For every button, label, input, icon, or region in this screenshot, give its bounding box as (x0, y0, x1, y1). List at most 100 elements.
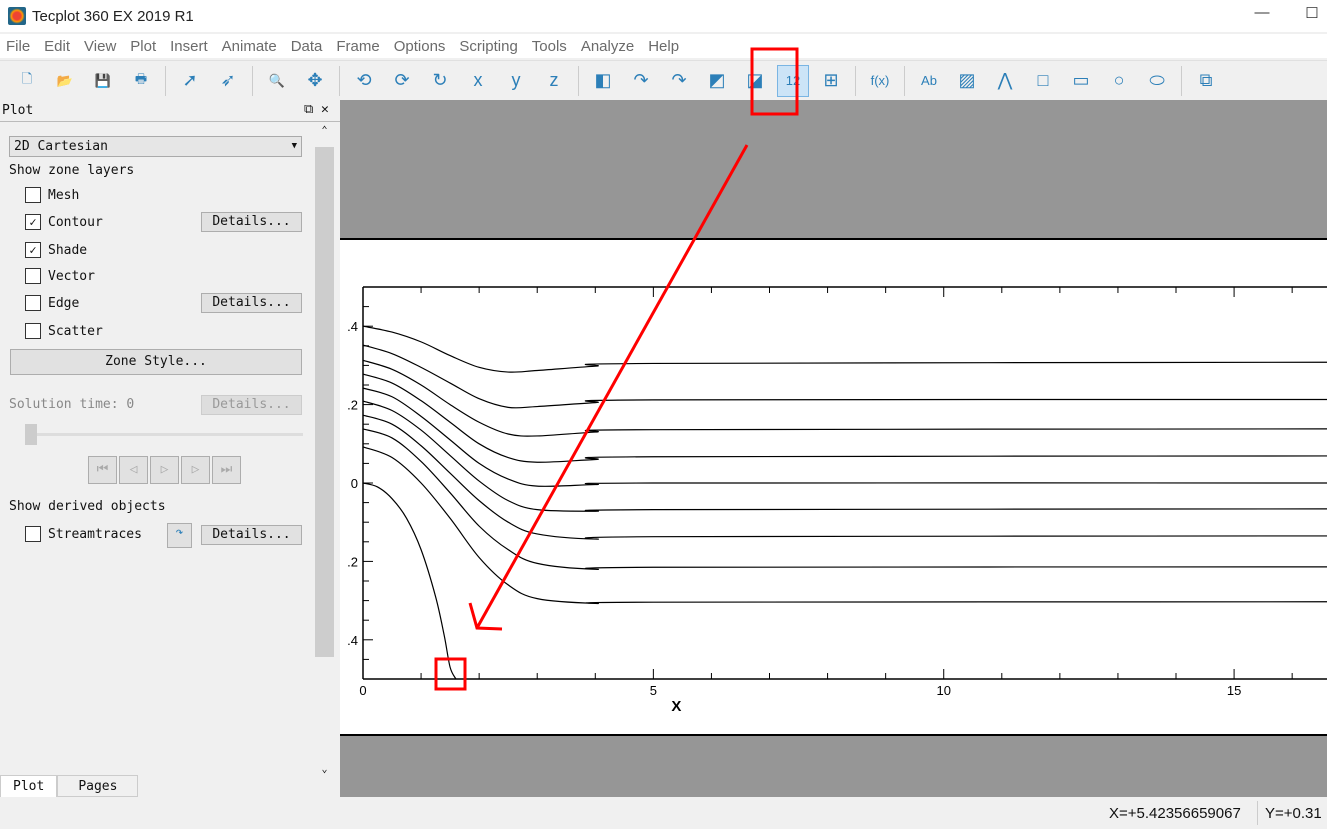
minimize-button[interactable]: — (1247, 4, 1277, 26)
scatter-checkbox[interactable] (25, 323, 41, 339)
slice-icon[interactable]: ◧ (587, 65, 619, 97)
layer-contour-toggle[interactable]: ✓ Contour (25, 214, 103, 230)
streamline-4 (362, 373, 1327, 463)
time-slider-handle[interactable] (25, 424, 37, 445)
contour-remove-icon[interactable]: ◪ (739, 65, 771, 97)
rotate-y-icon[interactable]: y (500, 65, 532, 97)
print-icon[interactable]: 🖶 (125, 65, 157, 97)
last-frame-button[interactable]: ⏭ (212, 456, 241, 484)
toolbar: 🗋 📂 💾 🖶 ➚ ➶ 🔍 ✥ ⟲ ⟳ ↻ x y z ◧ ↷ ↷ ◩ ◪ 12 ⊞ f(x) Ab ▨ ⋀ □ ▭ ○ ⬭ ⧉ (0, 60, 1327, 100)
play-button[interactable]: ▷ (150, 456, 179, 484)
streamline-chart: 0 5 10 15 .4 .2 0 .2 .4 X (347, 286, 1327, 715)
streamline-2 (362, 344, 1327, 409)
scroll-down-icon[interactable]: ⌄ (315, 764, 334, 775)
streamtraces-details-button[interactable]: Details... (201, 525, 302, 545)
contour-details-button[interactable]: Details... (201, 212, 302, 232)
layer-mesh-toggle[interactable]: Mesh (25, 187, 79, 203)
scroll-up-icon[interactable]: ⌃ (315, 125, 334, 136)
new-file-icon[interactable]: 🗋 (11, 65, 43, 97)
menu-analyze[interactable]: Analyze (581, 38, 634, 55)
toolbar-separator (252, 65, 253, 96)
toolbar-separator (165, 65, 166, 96)
streamtrace-remove-icon[interactable]: ↷ (663, 65, 695, 97)
rotate-twist-icon[interactable]: ↻ (424, 65, 456, 97)
edge-label: Edge (48, 295, 80, 311)
y-tick-label: .2 (347, 398, 358, 413)
menu-options[interactable]: Options (394, 38, 446, 55)
streamtraces-toggle[interactable]: Streamtraces (25, 526, 142, 542)
edge-checkbox[interactable] (25, 295, 41, 311)
polyline-icon[interactable]: ⋀ (989, 65, 1021, 97)
time-slider[interactable] (25, 424, 303, 445)
ellipse-icon[interactable]: ⬭ (1141, 65, 1173, 97)
circle-icon[interactable]: ○ (1103, 65, 1135, 97)
title-bar: Tecplot 360 EX 2019 R1 — ☐ (0, 0, 1327, 32)
contour-label-add-icon[interactable]: 12 (777, 64, 809, 97)
menu-animate[interactable]: Animate (222, 38, 277, 55)
cursor-y-readout: Y=+0.31 (1265, 805, 1322, 822)
cursor-x-readout: X=+5.42356659067 (1109, 805, 1241, 822)
rotate-rollerball-icon[interactable]: ⟳ (386, 65, 418, 97)
menu-file[interactable]: File (6, 38, 30, 55)
menu-bar: File Edit View Plot Insert Animate Data Frame Op… (0, 34, 1327, 58)
contour-label: Contour (48, 214, 103, 230)
menu-plot[interactable]: Plot (130, 38, 156, 55)
maximize-button[interactable]: ☐ (1297, 4, 1327, 26)
edge-details-button[interactable]: Details... (201, 293, 302, 313)
streamtrace-add-icon[interactable]: ↷ (625, 65, 657, 97)
square-icon[interactable]: □ (1027, 65, 1059, 97)
tab-pages[interactable]: Pages (57, 775, 139, 797)
new-frame-icon[interactable]: ⧉ (1190, 65, 1222, 97)
menu-data[interactable]: Data (291, 38, 323, 55)
menu-view[interactable]: View (84, 38, 116, 55)
menu-scripting[interactable]: Scripting (459, 38, 517, 55)
adjustor-icon[interactable]: ➶ (212, 65, 244, 97)
panel-scrollbar[interactable]: ⌃ ⌄ (315, 125, 334, 775)
menu-edit[interactable]: Edit (44, 38, 70, 55)
menu-frame[interactable]: Frame (336, 38, 379, 55)
status-divider (1257, 801, 1258, 825)
streamtraces-checkbox[interactable] (25, 526, 41, 542)
step-forward-button[interactable]: ▷ (181, 456, 210, 484)
step-back-button[interactable]: ◁ (119, 456, 148, 484)
menu-insert[interactable]: Insert (170, 38, 208, 55)
rotate-z-icon[interactable]: z (538, 65, 570, 97)
menu-help[interactable]: Help (648, 38, 679, 55)
plot-frame[interactable]: 0 5 10 15 .4 .2 0 .2 .4 X (340, 238, 1327, 736)
plot-type-dropdown[interactable]: 2D Cartesian ▼ (9, 136, 302, 157)
rotate-spherical-icon[interactable]: ⟲ (348, 65, 380, 97)
layer-scatter-toggle[interactable]: Scatter (25, 323, 103, 339)
streamline-5 (362, 387, 1327, 487)
scrollbar-thumb[interactable] (315, 147, 334, 657)
text-icon[interactable]: Ab (913, 65, 945, 97)
workspace: 0 5 10 15 .4 .2 0 .2 .4 X (340, 100, 1327, 797)
app-logo-icon (8, 7, 26, 25)
tab-plot[interactable]: Plot (0, 775, 58, 797)
contour-checkbox[interactable]: ✓ (25, 214, 41, 230)
contour-add-icon[interactable]: ◩ (701, 65, 733, 97)
rotate-x-icon[interactable]: x (462, 65, 494, 97)
layer-edge-toggle[interactable]: Edge (25, 295, 79, 311)
insert-image-icon[interactable]: ▨ (951, 65, 983, 97)
layer-shade-toggle[interactable]: ✓ Shade (25, 242, 87, 258)
plot-sidebar: Plot ⧉ ✕ 2D Cartesian ▼ Show zone layers… (0, 100, 340, 797)
equation-icon[interactable]: f(x) (864, 65, 896, 97)
save-icon[interactable]: 💾 (87, 65, 119, 97)
zone-style-button[interactable]: Zone Style... (10, 349, 302, 375)
mesh-checkbox[interactable] (25, 187, 41, 203)
streamtrace-tool-icon[interactable]: ↷ (167, 523, 192, 548)
zoom-icon[interactable]: 🔍 (261, 65, 293, 97)
float-panel-icon[interactable]: ⧉ (304, 102, 313, 117)
shade-checkbox[interactable]: ✓ (25, 242, 41, 258)
translate-icon[interactable]: ✥ (299, 65, 331, 97)
probe-icon[interactable]: ⊞ (815, 65, 847, 97)
close-panel-icon[interactable]: ✕ (321, 102, 329, 117)
window-title: Tecplot 360 EX 2019 R1 (32, 7, 194, 25)
rectangle-icon[interactable]: ▭ (1065, 65, 1097, 97)
vector-checkbox[interactable] (25, 268, 41, 284)
open-file-icon[interactable]: 📂 (49, 65, 81, 97)
layer-vector-toggle[interactable]: Vector (25, 268, 95, 284)
first-frame-button[interactable]: ⏮ (88, 456, 117, 484)
menu-tools[interactable]: Tools (532, 38, 567, 55)
select-arrow-icon[interactable]: ➚ (174, 65, 206, 97)
